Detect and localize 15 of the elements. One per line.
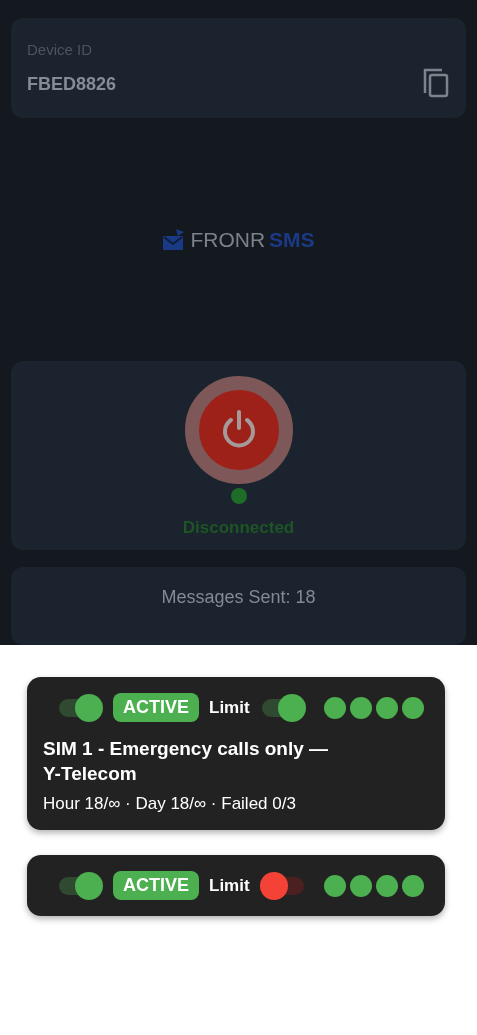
sim-title: SIM 1 - Emergency calls only — Y-Telecom	[43, 737, 330, 786]
messages-sent: Messages Sent: 18	[161, 587, 316, 610]
status-dot	[230, 488, 247, 505]
limit-label: Limit	[209, 697, 250, 718]
status-badge: ACTIVE	[113, 693, 199, 722]
sim-details: Hour 18/∞ · Day 18/∞ · Failed 0/3	[43, 794, 297, 814]
toggle-switch[interactable]	[57, 693, 103, 722]
limit-label: Limit	[209, 875, 250, 896]
copy-icon[interactable]	[422, 67, 450, 99]
status-badge: ACTIVE	[113, 871, 199, 900]
logo-text: SMS	[269, 227, 315, 252]
toggle-switch[interactable]	[57, 871, 103, 900]
limit-toggle[interactable]	[259, 871, 306, 900]
logo-text: FRONR	[190, 227, 266, 252]
device-id-value: FBED8826	[27, 74, 117, 95]
